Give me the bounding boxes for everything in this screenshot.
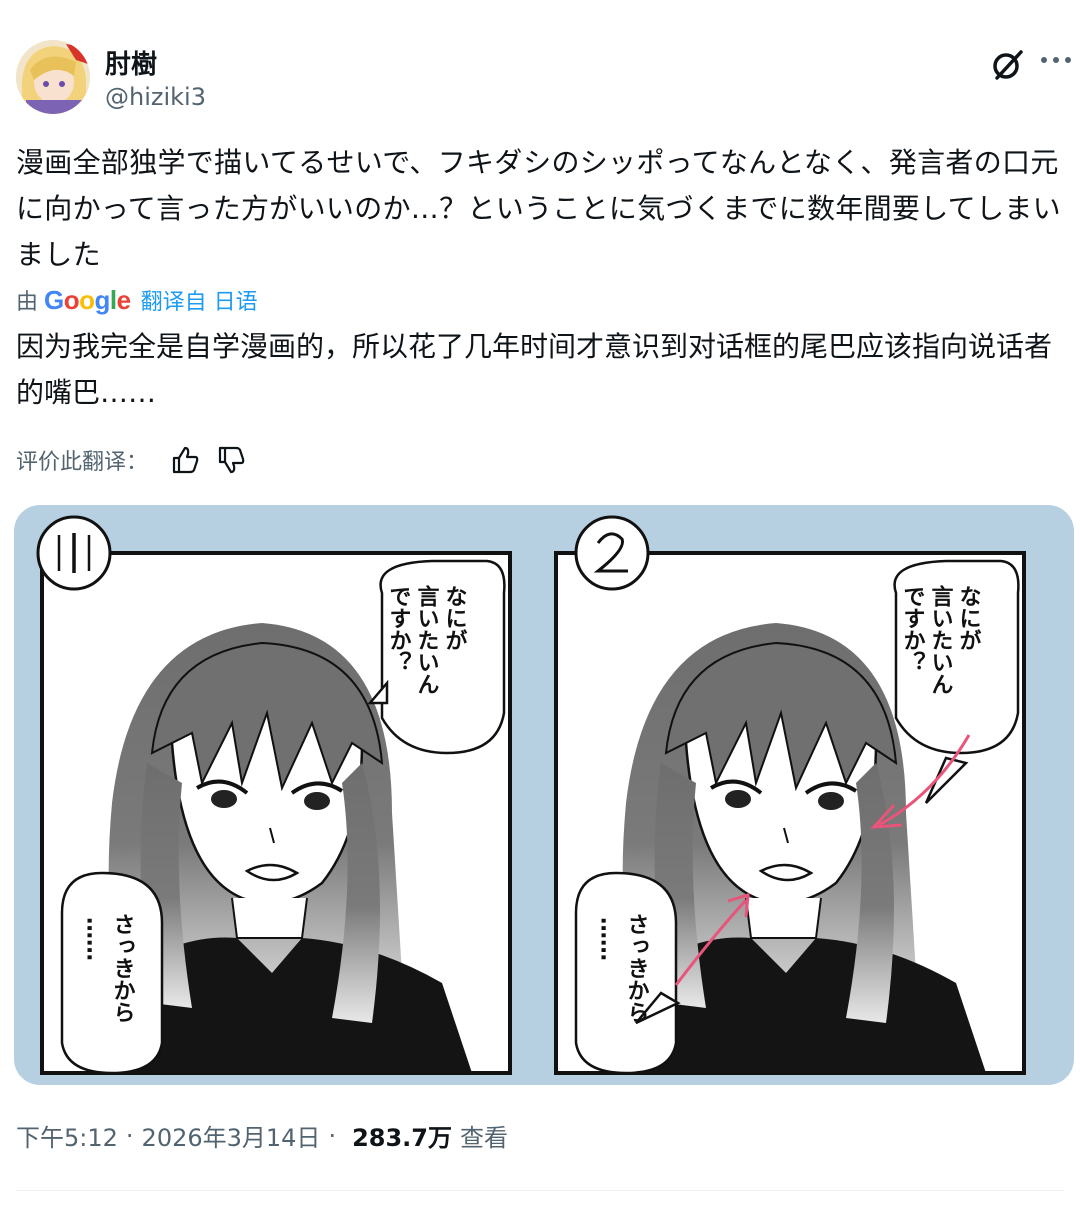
translation-attribution: 由 Google 翻译自 日语: [16, 282, 258, 318]
author-handle[interactable]: @hiziki3: [105, 83, 206, 111]
post-header: 肘樹 @hiziki3: [16, 40, 1071, 116]
bubble-line: さっきから: [110, 913, 135, 1023]
bubble-line: 言いたいん: [928, 584, 954, 695]
views-label: 查看: [460, 1124, 508, 1152]
post-time[interactable]: 下午5:12: [16, 1118, 118, 1153]
bubble-line: ですか？: [900, 585, 925, 673]
thumbs-up-icon[interactable]: [170, 445, 200, 475]
bubble-line: ……: [596, 917, 621, 961]
bubble-line: 言いたいん: [414, 584, 440, 695]
rate-translation-label: 评价此翻译：: [16, 450, 149, 475]
view-count: 283.7万: [352, 1124, 452, 1152]
google-logo: Google: [44, 284, 131, 315]
meta-separator: ·: [125, 1121, 134, 1150]
post-meta: 下午5:12 · 2026年3月14日 · 283.7万 查看: [16, 1118, 508, 1153]
author-display-name[interactable]: 肘樹: [105, 44, 157, 81]
panel-2-number-badge: [574, 515, 650, 591]
translate-source-link[interactable]: 翻译自 日语: [141, 284, 258, 316]
thumbs-down-icon[interactable]: [216, 445, 246, 475]
meta-separator: ·: [328, 1121, 337, 1150]
bubble-line: ……: [82, 917, 107, 961]
more-icon[interactable]: [1036, 42, 1076, 82]
divider: [16, 1190, 1064, 1191]
post-media-image[interactable]: なにが 言いたいん ですか？ さっきから …… なにが 言いたいん ですか？ さ…: [14, 505, 1074, 1085]
bubble-line: なにが: [442, 585, 467, 651]
post-translated-text: 因为我完全是自学漫画的，所以花了几年时间才意识到对话框的尾巴应该指向说话者的嘴巴…: [16, 330, 1053, 409]
bubble-line: ですか？: [386, 585, 411, 673]
post-date[interactable]: 2026年3月14日: [142, 1118, 321, 1153]
translation-by-label: 由: [16, 290, 39, 315]
rate-translation: 评价此翻译：: [16, 440, 246, 480]
grok-icon[interactable]: [988, 44, 1028, 84]
bubble-line: なにが: [956, 585, 981, 651]
avatar[interactable]: [16, 40, 90, 114]
panel-1-number-badge: [36, 515, 112, 591]
post-original-text: 漫画全部独学で描いてるせいで、フキダシのシッポってなんとなく、発言者の口元に向か…: [16, 146, 1061, 271]
bubble-line: さっきから: [624, 913, 649, 1023]
